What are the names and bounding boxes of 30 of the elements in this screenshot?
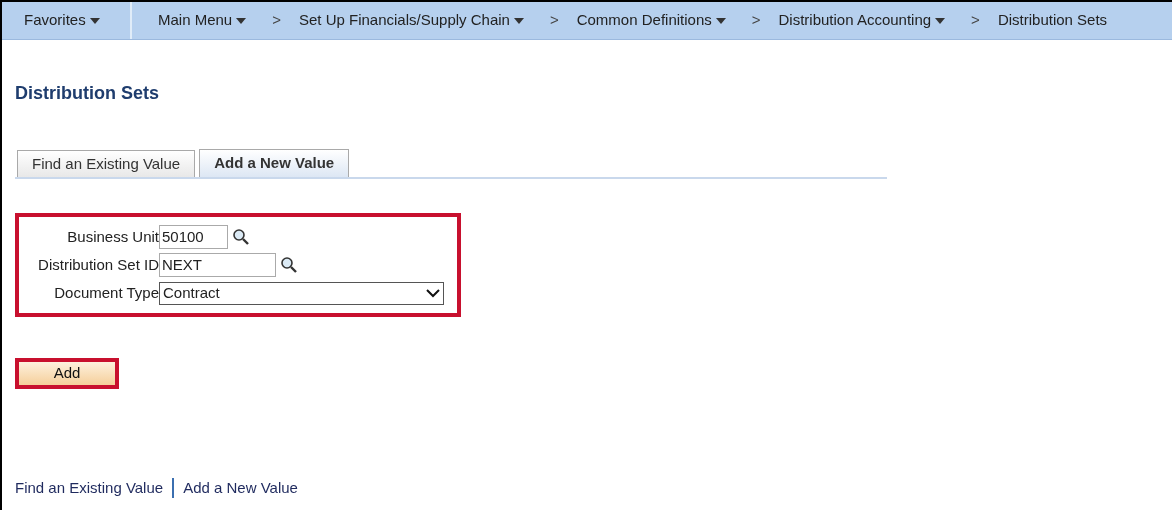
caret-icon: [935, 17, 946, 24]
nav-menu-item[interactable]: Distribution Accounting: [778, 9, 946, 32]
nav-menu-item[interactable]: Main Menu: [158, 9, 247, 32]
field-label: Distribution Set ID: [37, 254, 159, 275]
nav-menu-item[interactable]: Set Up Financials/Supply Chain: [298, 9, 524, 32]
footer-link[interactable]: Add a New Value: [183, 477, 298, 500]
add-button[interactable]: Add: [19, 362, 115, 385]
separator-icon: >: [272, 9, 281, 32]
separator-icon: >: [751, 9, 761, 32]
nav-menu-item[interactable]: Favorites: [24, 9, 100, 32]
nav-menu-item[interactable]: Common Definitions: [576, 9, 726, 32]
search-icon[interactable]: [232, 228, 250, 246]
input-field[interactable]: 50100: [159, 225, 228, 249]
dropdown-field[interactable]: Contract: [159, 281, 444, 305]
field-label: Document Type: [53, 282, 159, 303]
search-icon[interactable]: [280, 256, 298, 274]
nav-menu-item[interactable]: Distribution Sets: [997, 9, 1108, 32]
tab[interactable]: Find an Existing Value: [17, 150, 196, 177]
tab[interactable]: Add a New Value: [199, 149, 350, 177]
caret-icon: [89, 17, 100, 24]
separator-icon: >: [549, 9, 559, 32]
input-field[interactable]: NEXT: [159, 253, 276, 277]
caret-icon: [513, 17, 524, 24]
footer-link[interactable]: Find an Existing Value: [15, 477, 164, 500]
page-title: Distribution Sets: [15, 82, 160, 105]
caret-icon: [715, 17, 726, 24]
caret-icon: [236, 17, 247, 24]
field-label: Business Unit: [66, 226, 159, 247]
separator-icon: >: [971, 9, 980, 32]
chevron-down-icon: [426, 288, 440, 298]
